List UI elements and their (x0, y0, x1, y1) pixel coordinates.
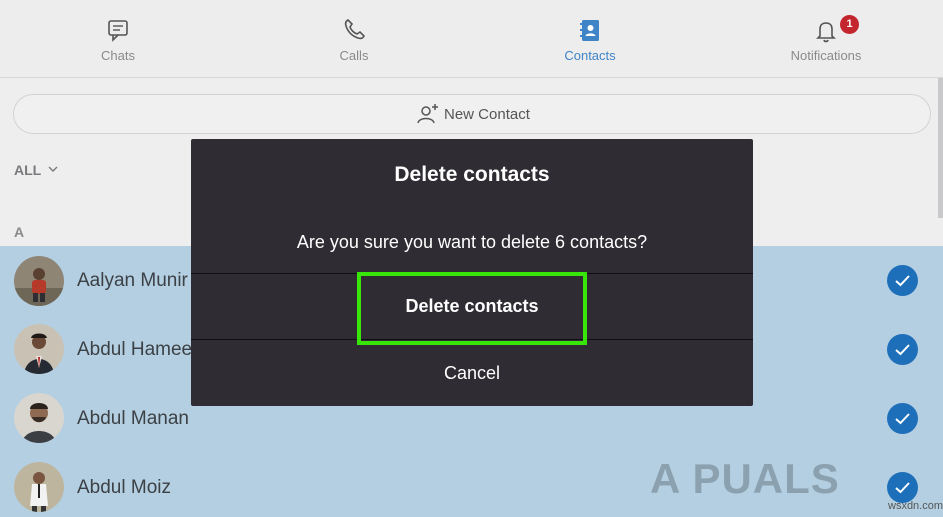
top-navigation: Chats Calls Contacts 1 Notifications (0, 0, 943, 78)
filter-label: ALL (14, 162, 41, 178)
avatar (14, 462, 64, 512)
delete-contacts-dialog: Delete contacts Are you sure you want to… (191, 139, 753, 406)
cancel-button[interactable]: Cancel (191, 340, 753, 406)
tab-chats-label: Chats (101, 48, 135, 63)
chat-icon (108, 20, 128, 42)
section-header: A (14, 224, 25, 240)
avatar (14, 256, 64, 306)
dialog-message: Are you sure you want to delete 6 contac… (296, 232, 648, 252)
tab-notifications-label: Notifications (790, 48, 862, 63)
selected-check-icon[interactable] (887, 403, 918, 434)
contact-name: Aalyan Munir (77, 270, 188, 291)
add-person-icon (417, 104, 438, 124)
tab-contacts-label: Contacts (564, 48, 616, 63)
selected-check-icon[interactable] (887, 265, 918, 296)
contacts-book-icon (580, 20, 599, 41)
tab-notifications[interactable]: 1 Notifications (708, 0, 943, 78)
tab-calls-label: Calls (339, 48, 369, 63)
appuals-watermark: A PUALS (650, 455, 840, 502)
contact-name: Abdul Manan (77, 408, 189, 429)
avatar (14, 324, 64, 374)
tab-contacts[interactable]: Contacts (472, 0, 708, 78)
chevron-down-icon (48, 166, 58, 172)
dialog-title: Delete contacts (394, 163, 550, 186)
contact-name: Abdul Moiz (77, 477, 171, 498)
selected-check-icon[interactable] (887, 472, 918, 503)
phone-icon (344, 19, 365, 40)
site-watermark: wsxdn.com (888, 500, 943, 512)
contact-name: Abdul Hameed (77, 339, 203, 360)
contacts-filter-dropdown[interactable]: ALL (14, 162, 58, 178)
avatar (14, 393, 64, 443)
new-contact-label: New Contact (444, 106, 530, 123)
highlight-box (357, 272, 587, 345)
notification-badge: 1 (840, 15, 859, 34)
tab-chats[interactable]: Chats (0, 0, 236, 78)
selected-check-icon[interactable] (887, 334, 918, 365)
scrollbar[interactable] (938, 78, 943, 218)
tab-calls[interactable]: Calls (236, 0, 472, 78)
bell-icon (816, 22, 836, 43)
new-contact-button[interactable]: New Contact (13, 94, 931, 134)
